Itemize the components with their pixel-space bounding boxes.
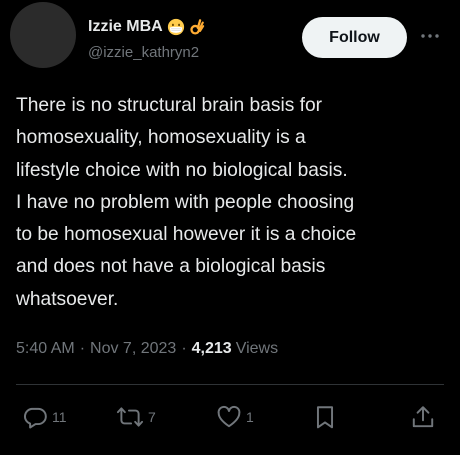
bookmark-icon (316, 406, 334, 429)
follow-button[interactable]: Follow (302, 17, 407, 58)
tweet-card: Izzie MBA @izzie_kathryn2 Follow There i… (0, 0, 460, 455)
repost-button[interactable]: 7 (116, 400, 156, 434)
like-button[interactable]: 1 (216, 400, 254, 434)
reply-count: 11 (52, 409, 67, 425)
bookmark-button[interactable] (312, 400, 338, 434)
repost-count: 7 (148, 409, 156, 425)
like-count: 1 (246, 409, 254, 425)
share-icon (412, 406, 434, 428)
views-count[interactable]: 4,213 (192, 340, 232, 358)
more-horizontal-icon (421, 34, 439, 38)
tweet-date[interactable]: Nov 7, 2023 (90, 340, 176, 358)
reply-button[interactable]: 11 (22, 400, 67, 434)
views-label[interactable]: Views (236, 340, 278, 358)
reply-icon (23, 407, 47, 429)
divider (16, 384, 444, 385)
share-button[interactable] (410, 400, 436, 434)
meta-separator: · (181, 340, 187, 357)
more-options-button[interactable] (418, 26, 442, 46)
tweet-meta: 5:40 AM · Nov 7, 2023 · 4,213 Views (16, 340, 278, 358)
author-name-row: Izzie MBA (88, 18, 205, 36)
tweet-text: There is no structural brain basis for h… (16, 95, 357, 310)
user-handle[interactable]: @izzie_kathryn2 (88, 44, 199, 61)
avatar[interactable] (10, 2, 76, 68)
display-name[interactable]: Izzie MBA (88, 18, 163, 36)
tweet-time[interactable]: 5:40 AM (16, 340, 75, 358)
meta-separator: · (79, 340, 86, 357)
repost-icon (116, 407, 144, 427)
face-with-medical-mask-emoji-icon (167, 18, 184, 36)
ok-hand-emoji-icon (190, 19, 204, 35)
heart-icon (217, 405, 241, 428)
